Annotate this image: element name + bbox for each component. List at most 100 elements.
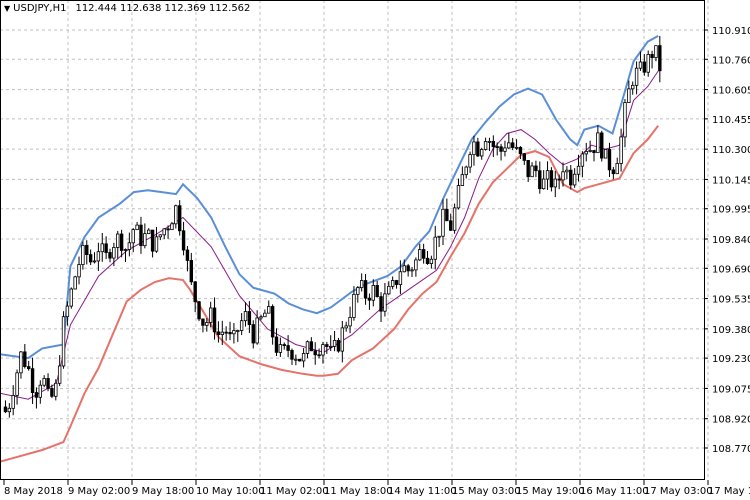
candle bbox=[491, 135, 496, 158]
candle bbox=[85, 240, 89, 265]
candle bbox=[294, 354, 298, 366]
candle bbox=[445, 198, 449, 222]
candle bbox=[236, 329, 240, 342]
candle bbox=[81, 241, 85, 270]
candle bbox=[565, 166, 569, 180]
candle bbox=[11, 385, 15, 416]
candle bbox=[356, 286, 360, 303]
candle bbox=[123, 248, 128, 263]
y-tick-label: 109.535 bbox=[712, 295, 750, 306]
candle bbox=[456, 178, 461, 210]
y-tick-label: 110.145 bbox=[712, 175, 750, 186]
candle bbox=[363, 274, 368, 305]
candle bbox=[69, 287, 73, 309]
candle bbox=[42, 375, 46, 388]
x-tick-label: 10 May 10:00 bbox=[196, 486, 265, 497]
candle bbox=[104, 236, 108, 260]
candle bbox=[263, 309, 267, 318]
candle bbox=[603, 149, 608, 159]
x-tick-label: 11 May 02:00 bbox=[260, 486, 329, 497]
candle bbox=[278, 337, 283, 358]
candle bbox=[611, 166, 616, 180]
candle bbox=[313, 342, 317, 365]
x-tick-label: 17 May 19:00 bbox=[708, 486, 750, 497]
candle bbox=[472, 135, 476, 166]
candle bbox=[92, 252, 97, 264]
candle bbox=[483, 137, 488, 151]
candle bbox=[549, 167, 554, 192]
candle bbox=[135, 222, 139, 231]
candle bbox=[541, 170, 546, 190]
candle bbox=[476, 137, 480, 157]
candle bbox=[181, 221, 186, 256]
candle bbox=[340, 320, 345, 363]
y-tick-label: 110.760 bbox=[712, 55, 750, 66]
candle bbox=[108, 248, 112, 263]
candle bbox=[298, 358, 302, 362]
dropdown-triangle-icon[interactable]: ▼ bbox=[4, 4, 10, 13]
candle bbox=[367, 293, 372, 310]
candle bbox=[344, 321, 348, 332]
candle bbox=[224, 326, 228, 341]
ohlc-readout: 112.444 112.638 112.369 112.562 bbox=[75, 3, 251, 14]
y-tick-label: 110.455 bbox=[712, 115, 750, 126]
candle bbox=[421, 243, 426, 264]
candle bbox=[243, 302, 248, 327]
candle bbox=[309, 337, 314, 352]
y-tick-label: 110.300 bbox=[712, 145, 750, 156]
y-tick-label: 109.380 bbox=[712, 325, 750, 336]
candle bbox=[615, 157, 619, 175]
candle bbox=[394, 279, 399, 289]
candle bbox=[510, 137, 515, 151]
y-tick-label: 109.075 bbox=[712, 384, 750, 395]
candle bbox=[441, 199, 445, 246]
candle bbox=[197, 300, 201, 322]
upper-band-line bbox=[0, 35, 659, 360]
candle bbox=[522, 152, 527, 166]
candle bbox=[251, 320, 255, 349]
price-axis: 110.910 110.760 110.605 110.455 110.300 110.1… bbox=[704, 26, 750, 455]
y-tick-label: 109.840 bbox=[712, 235, 750, 246]
candle bbox=[228, 321, 232, 341]
y-tick-label: 109.995 bbox=[712, 205, 750, 216]
y-tick-label: 108.770 bbox=[712, 444, 750, 455]
candle bbox=[464, 165, 468, 179]
candle bbox=[390, 276, 395, 290]
chart-canvas[interactable]: 110.910 110.760 110.605 110.455 110.300 110.1… bbox=[0, 0, 750, 500]
candle bbox=[162, 228, 166, 239]
candle bbox=[38, 380, 43, 404]
candle bbox=[460, 166, 465, 186]
candle bbox=[530, 162, 534, 178]
candle bbox=[572, 168, 577, 188]
candle bbox=[588, 140, 592, 153]
candle bbox=[189, 252, 194, 285]
y-tick-label: 109.690 bbox=[712, 264, 750, 275]
candle bbox=[154, 226, 159, 253]
candle bbox=[437, 235, 441, 247]
candle bbox=[584, 142, 588, 162]
candle bbox=[239, 313, 244, 336]
x-tick-label: 11 May 18:00 bbox=[324, 486, 393, 497]
candle bbox=[433, 225, 437, 270]
candle bbox=[534, 160, 538, 178]
time-axis: 8 May 2018 9 May 02:00 9 May 18:00 10 May 1… bbox=[3, 480, 750, 497]
price-chart[interactable]: 110.910 110.760 110.605 110.455 110.300 110.1… bbox=[0, 0, 750, 500]
candle bbox=[580, 151, 585, 178]
candle bbox=[96, 242, 101, 272]
candle bbox=[185, 246, 190, 272]
candle bbox=[375, 280, 379, 298]
candle bbox=[425, 251, 430, 265]
candle bbox=[371, 279, 375, 307]
candle bbox=[232, 323, 236, 344]
candle bbox=[274, 328, 279, 356]
candle bbox=[46, 373, 50, 392]
candle bbox=[468, 151, 472, 173]
candle bbox=[317, 348, 321, 359]
y-tick-label: 108.920 bbox=[712, 415, 750, 426]
candle bbox=[26, 360, 31, 371]
candle bbox=[3, 400, 8, 414]
candle bbox=[503, 140, 507, 157]
candle bbox=[143, 223, 147, 249]
candle bbox=[177, 200, 182, 236]
x-tick-label: 15 May 19:00 bbox=[516, 486, 585, 497]
